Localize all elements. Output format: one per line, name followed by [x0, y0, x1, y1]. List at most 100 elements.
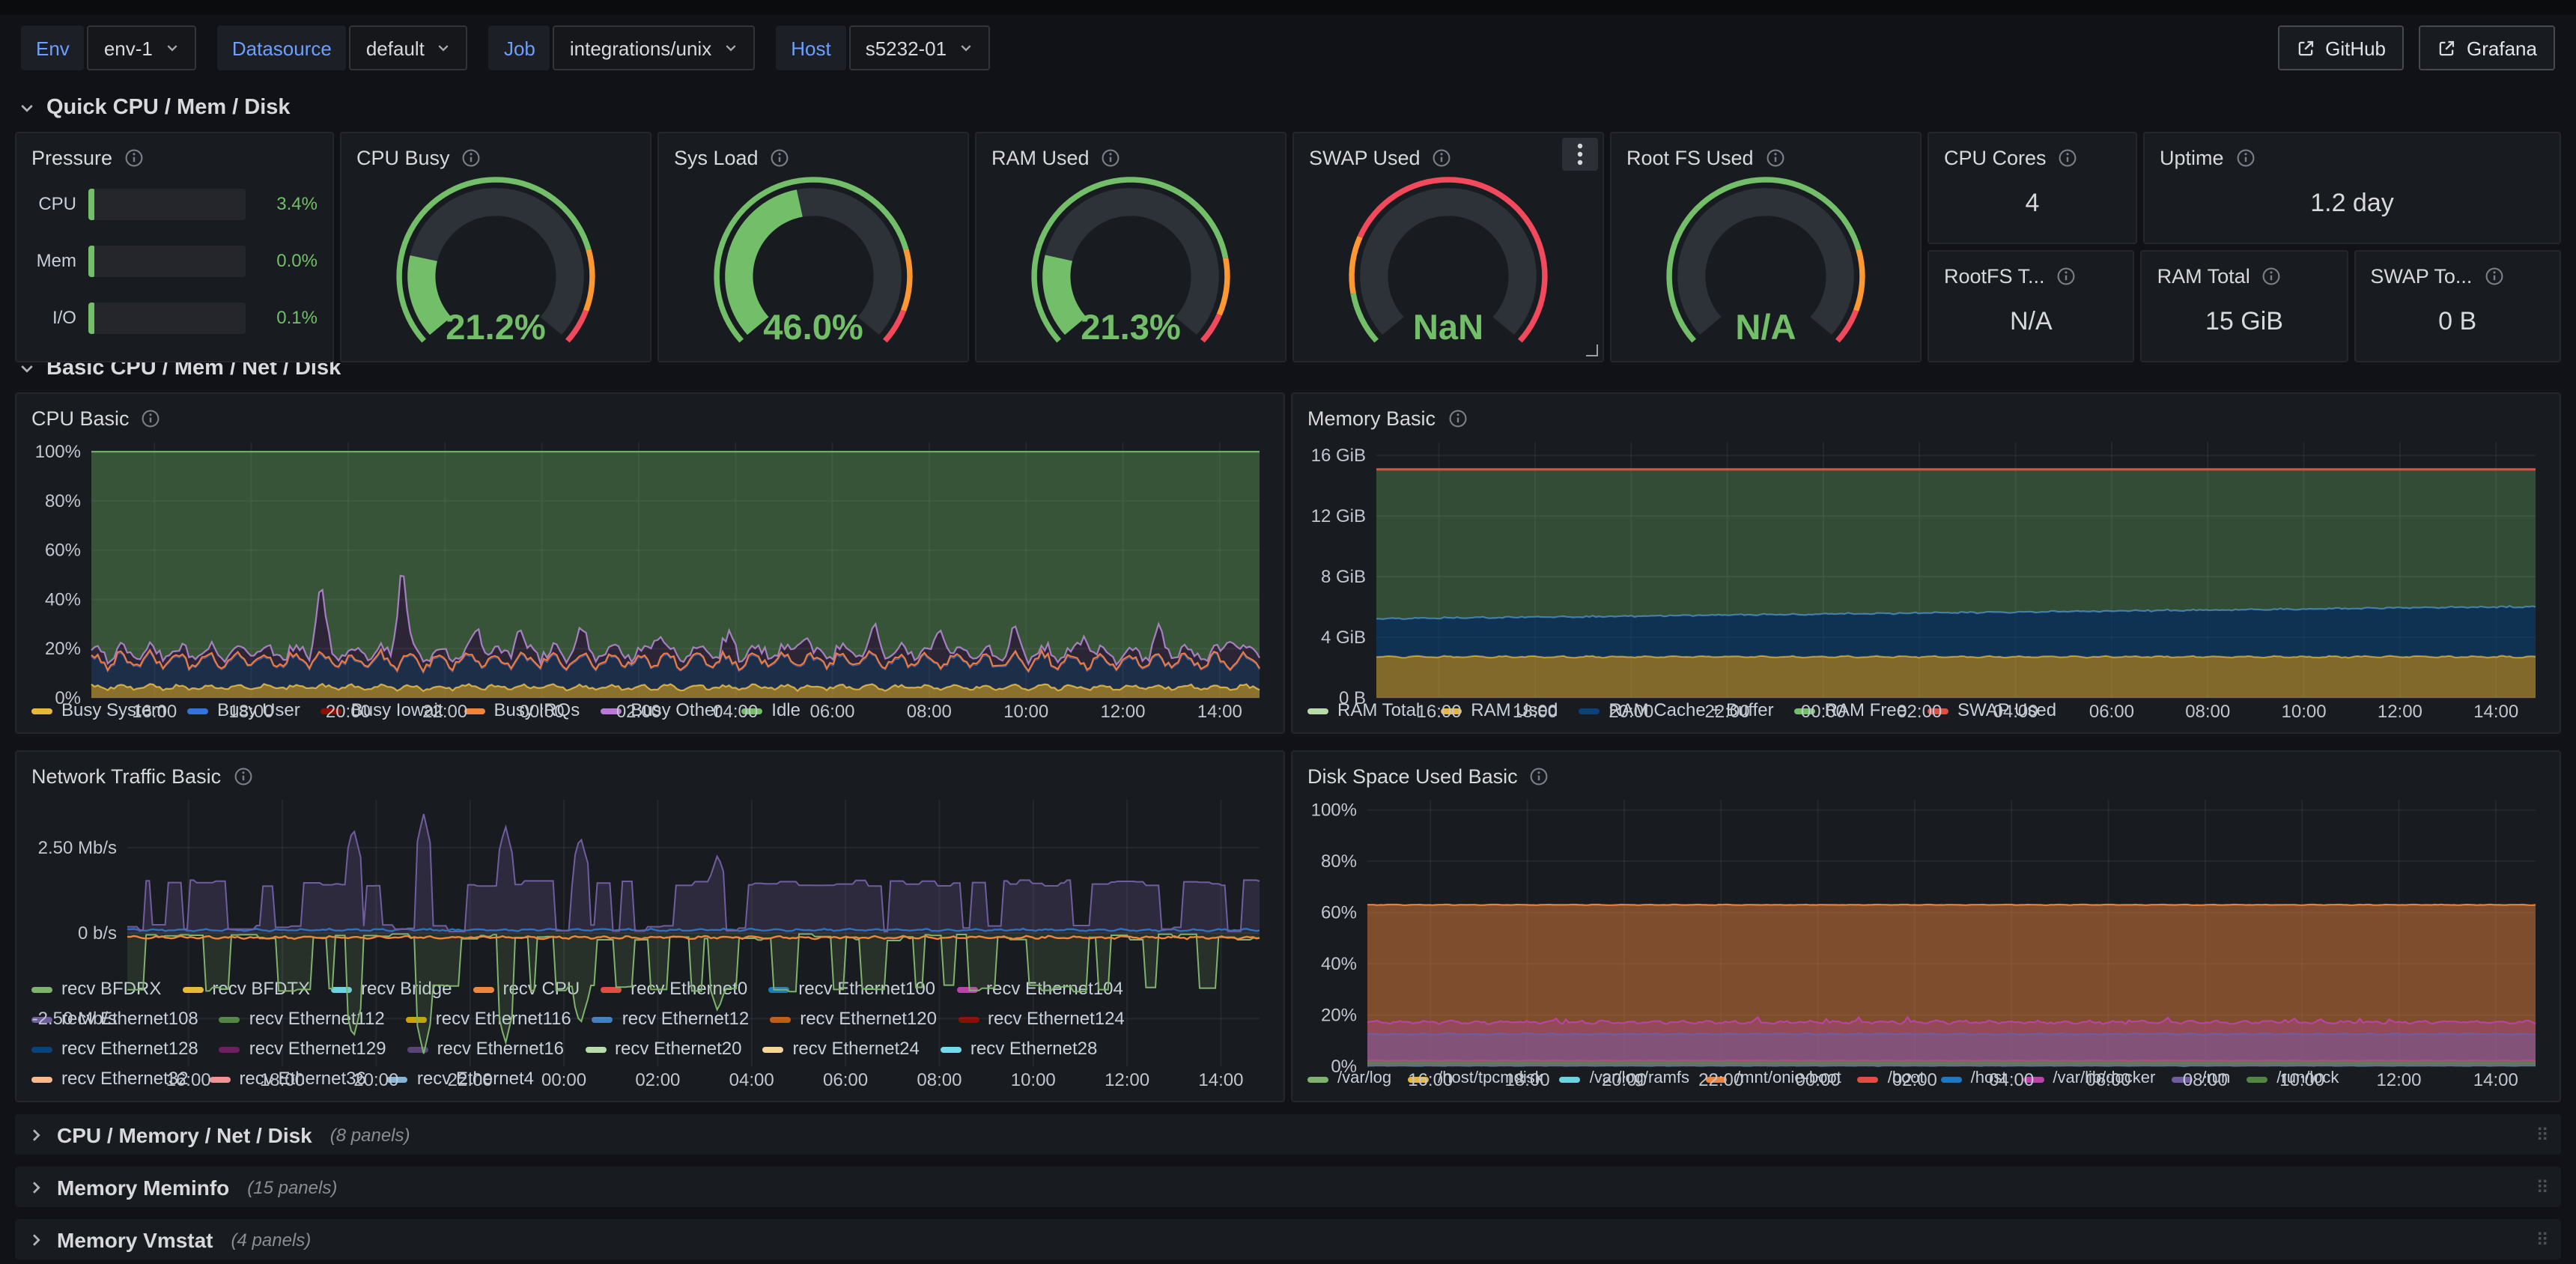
x-axis-label: 04:00: [1993, 702, 2038, 722]
pressure-bar-fill: [88, 302, 94, 333]
y-axis-label: 8 GiB: [1321, 567, 1366, 587]
chart-plot[interactable]: -2.50 Mb/s0 b/s2.50 Mb/s16:0018:0020:002…: [31, 791, 1269, 1090]
info-icon[interactable]: [2057, 266, 2077, 285]
info-icon[interactable]: [771, 148, 790, 167]
x-axis-label: 20:00: [353, 1070, 398, 1090]
x-axis-label: 06:00: [823, 1070, 868, 1090]
network-traffic-chart[interactable]: -2.50 Mb/s0 b/s2.50 Mb/s16:0018:0020:002…: [31, 791, 1269, 975]
x-axis-label: 00:00: [520, 702, 565, 722]
pressure-label: Mem: [31, 250, 76, 271]
memory-basic-chart[interactable]: 0 B4 GiB8 GiB12 GiB16 GiB16:0018:0020:00…: [1307, 433, 2545, 696]
row-drag-handle-icon[interactable]: ⠿: [2536, 1124, 2549, 1145]
panel-header[interactable]: CPU Cores: [1944, 142, 2121, 172]
cpu-basic-chart[interactable]: 0%20%40%60%80%100%16:0018:0020:0022:0000…: [31, 433, 1269, 696]
external-link-icon: [2295, 38, 2315, 58]
row-drag-handle-icon[interactable]: ⠿: [2536, 1176, 2549, 1197]
github-link-button[interactable]: GitHub: [2277, 25, 2404, 70]
section-quick-cpu-mem-disk[interactable]: Quick CPU / Mem / Disk: [18, 90, 2558, 126]
panel-header[interactable]: SWAP To...: [2370, 261, 2545, 291]
info-icon[interactable]: [1448, 408, 1467, 428]
x-axis-label: 10:00: [2279, 1070, 2324, 1090]
panel-ram-total: RAM Total 15 GiB: [2141, 250, 2348, 362]
x-axis-label: 02:00: [1892, 1070, 1937, 1090]
panel-header[interactable]: RAM Total: [2157, 261, 2332, 291]
panel-header[interactable]: Memory Basic: [1307, 403, 2545, 433]
variable-host: Host s5232-01: [776, 25, 990, 70]
chart-plot[interactable]: 0%20%40%60%80%100%16:0018:0020:0022:0000…: [1307, 791, 2545, 1090]
info-icon[interactable]: [2236, 148, 2255, 167]
row-drag-handle-icon[interactable]: ⠿: [2536, 1229, 2549, 1250]
row-panel-count: (8 panels): [330, 1124, 410, 1145]
quick-row: Pressure CPU 3.4% Mem 0.0% I/O 0.1%: [15, 132, 2561, 323]
info-icon[interactable]: [2059, 148, 2078, 167]
variable-host-picker[interactable]: s5232-01: [849, 25, 990, 70]
section-title: Quick CPU / Mem / Disk: [46, 96, 291, 120]
info-icon[interactable]: [142, 408, 161, 428]
disk-space-chart[interactable]: 0%20%40%60%80%100%16:0018:0020:0022:0000…: [1307, 791, 2545, 1065]
x-axis-label: 20:00: [1609, 702, 1653, 722]
row-memory-meminfo[interactable]: Memory Meminfo (15 panels) ⠿: [15, 1167, 2561, 1207]
info-icon[interactable]: [1766, 148, 1785, 167]
stat-value: 0 B: [2370, 291, 2545, 352]
chevron-right-icon: [27, 1230, 45, 1248]
x-axis-label: 16:00: [132, 702, 177, 722]
chart-plot[interactable]: 0 B4 GiB8 GiB12 GiB16 GiB16:0018:0020:00…: [1307, 433, 2545, 722]
panel-header[interactable]: SWAP Used: [1309, 142, 1588, 172]
panel-header[interactable]: RAM Used: [991, 142, 1270, 172]
variable-datasource: Datasource default: [217, 25, 468, 70]
panel-header[interactable]: Pressure: [31, 142, 318, 172]
row-memory-vmstat[interactable]: Memory Vmstat (4 panels) ⠿: [15, 1219, 2561, 1260]
ram-used-gauge: 21.3%: [991, 172, 1270, 353]
variable-job-picker[interactable]: integrations/unix: [553, 25, 755, 70]
panel-header[interactable]: CPU Busy: [356, 142, 635, 172]
panel-header[interactable]: CPU Basic: [31, 403, 1269, 433]
y-axis-label: 0 b/s: [78, 923, 117, 944]
y-axis-label: 0%: [55, 688, 81, 708]
panel-network-traffic-basic: Network Traffic Basic -2.50 Mb/s0 b/s2.5…: [15, 750, 1285, 1102]
panel-resize-handle[interactable]: [1586, 345, 1598, 357]
cpu-busy-gauge: 21.2%: [356, 172, 635, 353]
kebab-dots: [1577, 142, 1583, 166]
panel-header[interactable]: Uptime: [2160, 142, 2545, 172]
panel-header[interactable]: Root FS Used: [1626, 142, 1905, 172]
panel-header[interactable]: Disk Space Used Basic: [1307, 761, 2545, 791]
variable-datasource-picker[interactable]: default: [350, 25, 468, 70]
chart-plot[interactable]: 0%20%40%60%80%100%16:0018:0020:0022:0000…: [31, 433, 1269, 722]
x-axis-label: 06:00: [2086, 1070, 2130, 1090]
panel-title-text: Disk Space Used Basic: [1307, 765, 1518, 787]
panel-menu-kebab-icon[interactable]: [1562, 138, 1598, 171]
x-axis-label: 12:00: [2376, 1070, 2421, 1090]
panel-title-text: Pressure: [31, 146, 112, 168]
info-icon[interactable]: [462, 148, 482, 167]
x-axis-label: 00:00: [541, 1070, 586, 1090]
chevron-down-icon: [723, 40, 738, 55]
info-icon[interactable]: [233, 766, 252, 786]
dashboard-links: GitHub Grafana: [2277, 25, 2555, 70]
grafana-link-button[interactable]: Grafana: [2419, 25, 2555, 70]
x-axis-label: 08:00: [2183, 1070, 2228, 1090]
y-axis-label: -2.50 Mb/s: [32, 1009, 117, 1029]
info-icon[interactable]: [1433, 148, 1452, 167]
x-axis-label: 00:00: [1796, 1070, 1841, 1090]
info-icon[interactable]: [2484, 266, 2503, 285]
top-strip: [0, 0, 2576, 15]
info-icon[interactable]: [2262, 266, 2282, 285]
panel-title-text: SWAP Used: [1309, 146, 1421, 168]
dashboard-toolbar: Env env-1 Datasource default Job integra…: [0, 15, 2576, 81]
info-icon[interactable]: [1102, 148, 1121, 167]
panel-pressure: Pressure CPU 3.4% Mem 0.0% I/O 0.1%: [15, 132, 334, 363]
row-cpu-memory-net-disk[interactable]: CPU / Memory / Net / Disk (8 panels) ⠿: [15, 1114, 2561, 1155]
info-icon[interactable]: [1530, 766, 1549, 786]
charts-grid: CPU Basic 0%20%40%60%80%100%16:0018:0020…: [15, 392, 2561, 1102]
gauge-value: 46.0%: [763, 307, 863, 347]
panel-header[interactable]: Sys Load: [674, 142, 953, 172]
row-panel-count: (15 panels): [247, 1176, 337, 1197]
chevron-right-icon: [27, 1178, 45, 1196]
panel-disk-space-used-basic: Disk Space Used Basic 0%20%40%60%80%100%…: [1291, 750, 2561, 1102]
x-axis-label: 08:00: [917, 1070, 962, 1090]
panel-header[interactable]: RootFS T...: [1944, 261, 2118, 291]
x-axis-label: 14:00: [2473, 702, 2518, 722]
panel-header[interactable]: Network Traffic Basic: [31, 761, 1269, 791]
variable-env-picker[interactable]: env-1: [88, 25, 196, 70]
info-icon[interactable]: [124, 148, 144, 167]
